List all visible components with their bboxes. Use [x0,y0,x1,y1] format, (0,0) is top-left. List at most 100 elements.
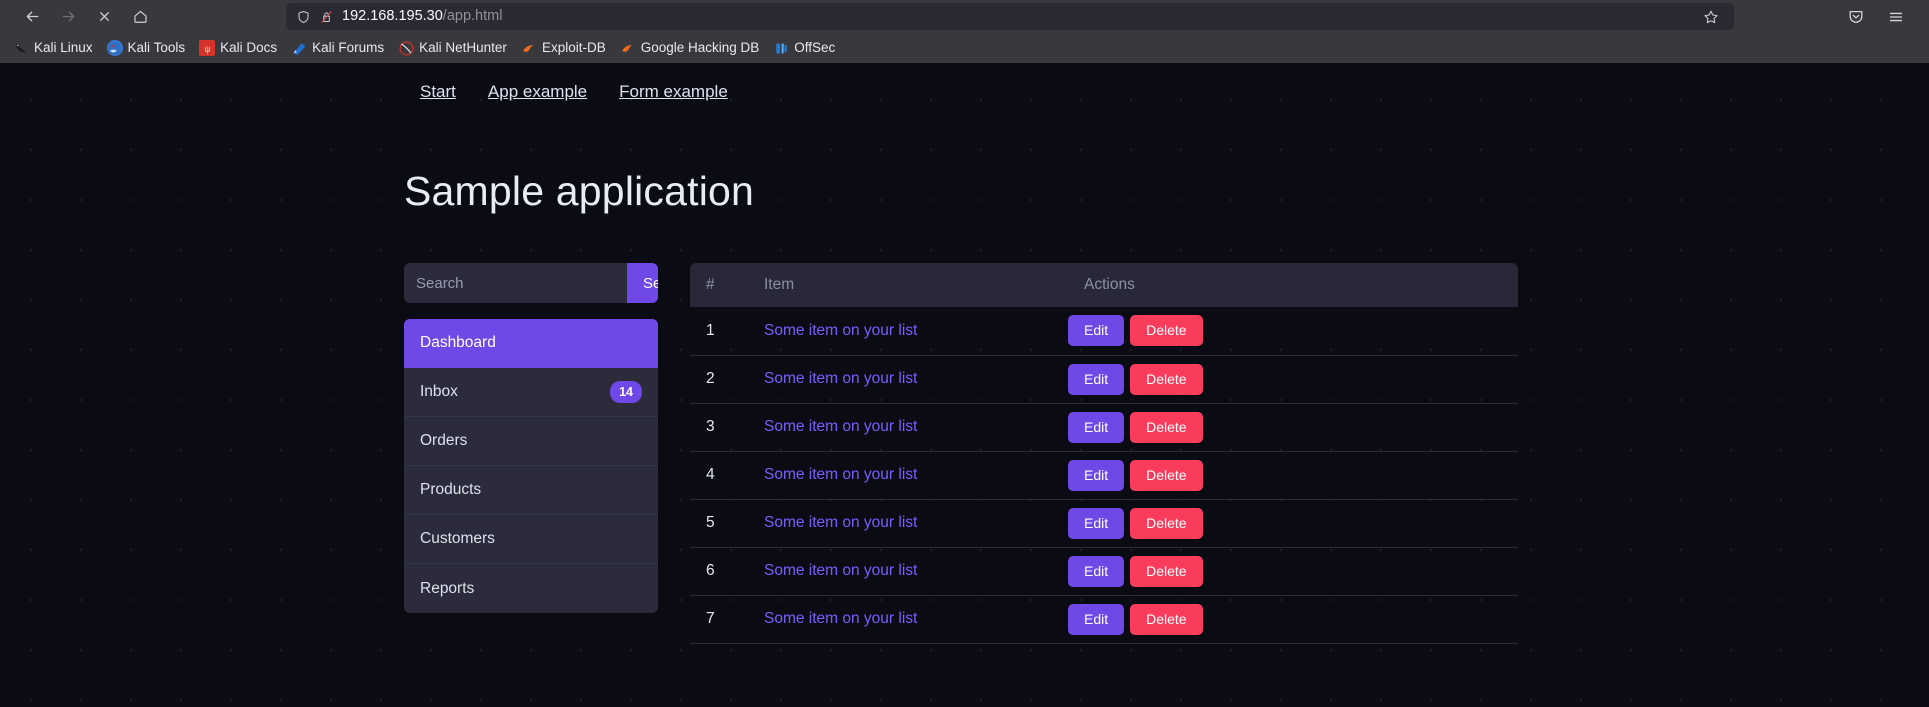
sidebar-item-reports[interactable]: Reports [404,564,658,613]
bookmark-label: Google Hacking DB [640,40,760,55]
left-column: Search Dashboard Inbox 14 Orders Product… [404,263,658,613]
nav-link-form-example[interactable]: Form example [603,74,744,110]
edit-button[interactable]: Edit [1068,459,1125,491]
search-button[interactable]: Search [627,263,658,303]
home-button[interactable] [122,3,158,31]
kali-docs-icon: ψ [199,40,216,56]
row-item-cell: Some item on your list [748,499,1068,548]
row-item-link[interactable]: Some item on your list [764,466,917,483]
pocket-button[interactable] [1841,3,1871,31]
app-menu-button[interactable] [1881,3,1911,31]
sidebar-item-inbox[interactable]: Inbox 14 [404,368,658,417]
kali-docs-glyph: ψ [200,41,214,55]
row-item-link[interactable]: Some item on your list [764,514,917,531]
stop-loading-icon [99,12,109,21]
browser-chrome: 192.168.195.30/app.html Kali Linux Kali … [0,0,1929,63]
row-item-link[interactable]: Some item on your list [764,370,917,387]
bookmark-label: OffSec [794,40,836,55]
google-hacking-db-icon [620,40,636,56]
table-row: 7 Some item on your list Edit Delete [690,595,1518,644]
delete-button[interactable]: Delete [1130,555,1203,587]
delete-button[interactable]: Delete [1130,411,1203,443]
delete-button[interactable]: Delete [1130,459,1203,491]
offsec-glyph [776,42,787,54]
column-header-number: # [690,263,748,307]
bookmark-star-button[interactable] [1696,3,1726,31]
edit-button[interactable]: Edit [1068,603,1125,635]
page-viewport: Start App example Form example Sample ap… [0,63,1929,707]
google-hacking-db-glyph [622,44,633,52]
kali-nethunter-glyph [399,41,414,55]
row-actions-cell: Edit Delete [1068,403,1518,452]
table-row: 3 Some item on your list Edit Delete [690,403,1518,452]
table-row: 6 Some item on your list Edit Delete [690,547,1518,596]
search-input[interactable] [404,263,627,303]
save-to-pocket-icon [1849,10,1863,23]
edit-button[interactable]: Edit [1068,363,1125,395]
stop-button[interactable] [86,3,122,31]
row-item-cell: Some item on your list [748,595,1068,644]
items-table-column: # Item Actions 1 Some item on your list Ed… [690,263,1929,644]
inbox-badge-count: 14 [610,380,642,404]
row-actions-cell: Edit Delete [1068,355,1518,404]
row-number: 1 [690,307,748,356]
sidebar-nav-list: Dashboard Inbox 14 Orders Products Custo… [404,319,658,613]
row-actions-cell: Edit Delete [1068,595,1518,644]
url-text[interactable]: 192.168.195.30/app.html [342,3,1688,30]
svg-text:ψ: ψ [204,43,210,53]
bookmark-google-hacking-db[interactable]: Google Hacking DB [613,37,767,59]
lock-crossed-out-icon[interactable] [319,9,334,25]
bookmark-kali-linux[interactable]: Kali Linux [6,37,100,59]
bookmark-label: Kali Linux [34,40,93,55]
edit-button[interactable]: Edit [1068,555,1125,587]
bookmark-label: Kali Forums [312,40,385,55]
column-header-item: Item [748,263,1068,307]
row-item-link[interactable]: Some item on your list [764,322,917,339]
kali-dragon-glyph [14,43,26,52]
edit-button[interactable]: Edit [1068,411,1125,443]
forward-arrow-icon [62,11,74,22]
back-button[interactable] [14,3,50,31]
edit-button[interactable]: Edit [1068,507,1125,539]
row-item-cell: Some item on your list [748,547,1068,596]
table-row: 2 Some item on your list Edit Delete [690,355,1518,404]
bookmark-kali-docs[interactable]: ψ Kali Docs [192,37,284,59]
kali-forums-glyph [293,42,306,55]
bookmark-label: Kali Docs [220,40,278,55]
delete-button[interactable]: Delete [1130,603,1203,635]
row-item-cell: Some item on your list [748,307,1068,356]
nav-link-app-example[interactable]: App example [472,74,603,110]
row-item-link[interactable]: Some item on your list [764,418,917,435]
items-table: # Item Actions 1 Some item on your list Ed… [690,263,1518,644]
bookmark-label: Kali Tools [127,40,186,55]
row-item-cell: Some item on your list [748,451,1068,500]
bookmark-kali-nethunter[interactable]: Kali NetHunter [391,37,514,59]
shield-icon[interactable] [296,9,311,25]
row-item-link[interactable]: Some item on your list [764,610,917,627]
sidebar-item-dashboard[interactable]: Dashboard [404,319,658,368]
row-actions-cell: Edit Delete [1068,451,1518,500]
url-bar[interactable]: 192.168.195.30/app.html [286,3,1734,30]
delete-button[interactable]: Delete [1130,507,1203,539]
sidebar-item-orders[interactable]: Orders [404,417,658,466]
row-item-link[interactable]: Some item on your list [764,562,917,579]
sidebar-item-label: Reports [420,579,475,597]
sidebar-item-label: Customers [420,530,495,547]
nav-link-start[interactable]: Start [404,74,472,110]
bookmark-exploit-db[interactable]: Exploit-DB [514,37,613,59]
delete-button[interactable]: Delete [1130,315,1203,347]
bookmark-kali-tools[interactable]: Kali Tools [100,37,193,59]
sidebar-item-label: Orders [420,432,468,449]
delete-button[interactable]: Delete [1130,363,1203,395]
row-actions-cell: Edit Delete [1068,307,1518,356]
bookmark-offsec[interactable]: OffSec [766,37,842,59]
bookmark-kali-forums[interactable]: Kali Forums [284,37,391,59]
sidebar-item-customers[interactable]: Customers [404,515,658,564]
sidebar-item-products[interactable]: Products [404,466,658,515]
table-row: 5 Some item on your list Edit Delete [690,499,1518,548]
row-number: 7 [690,595,748,644]
content-layout: Search Dashboard Inbox 14 Orders Product… [404,263,1929,644]
edit-button[interactable]: Edit [1068,315,1125,347]
forward-button[interactable] [50,3,86,31]
sidebar-item-label: Inbox [420,383,458,400]
